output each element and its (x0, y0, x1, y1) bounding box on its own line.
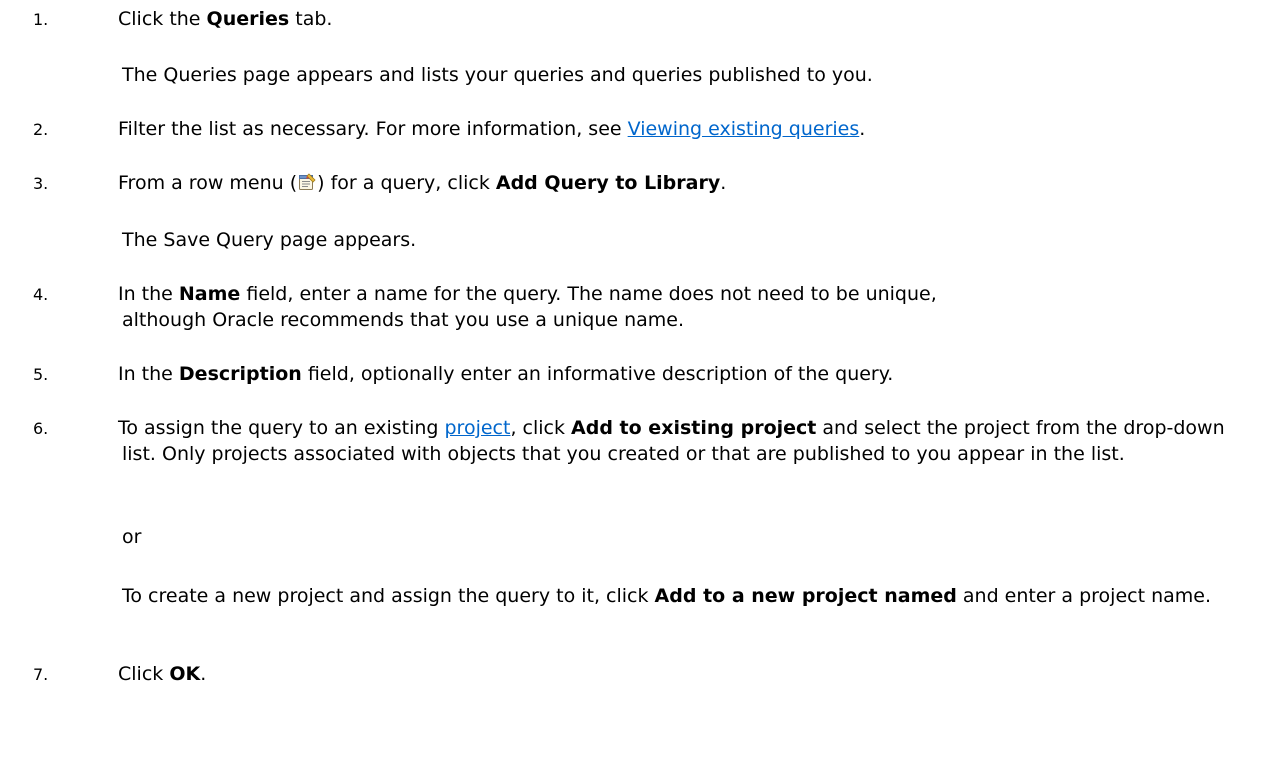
step-1-text: Click the Queries tab. (118, 6, 1238, 32)
step-3-after: . (720, 172, 727, 194)
viewing-existing-queries-link[interactable]: Viewing existing queries (628, 118, 860, 140)
step-4-after: field, enter a name for the query. The n… (122, 283, 937, 331)
add-to-new-project-label: Add to a new project named (654, 585, 957, 607)
description-field-label: Description (178, 363, 302, 385)
step-5-before: In the (118, 363, 179, 385)
queries-result-paragraph: The Queries page appears and lists your … (122, 64, 873, 86)
queries-tab-label: Queries (206, 8, 290, 30)
step-4-text: In the Name field, enter a name for the … (118, 281, 1022, 333)
step-6-number: 6. (33, 419, 49, 438)
step-2-number: 2. (33, 120, 49, 139)
row-menu-icon (297, 172, 317, 192)
step-6-text: To assign the query to an existing proje… (118, 415, 1247, 467)
step-7-text: Click OK. (118, 661, 1238, 687)
name-field-label: Name (178, 283, 241, 305)
step-4-before: In the (118, 283, 179, 305)
step-7-before: Click (118, 663, 170, 685)
step-3-number: 3. (33, 174, 49, 193)
step-2-after: . (859, 118, 866, 140)
step-7-after: . (200, 663, 207, 685)
step-2-before: Filter the list as necessary. For more i… (118, 118, 628, 140)
step-3-middle: ) for a query, click (317, 172, 496, 194)
step-2-text: Filter the list as necessary. For more i… (118, 116, 1238, 142)
new-project-paragraph: To create a new project and assign the q… (122, 583, 1222, 609)
step-3-text: From a row menu ( ) for a query, click A… (118, 170, 1238, 196)
add-to-existing-project-label: Add to existing project (571, 417, 817, 439)
project-link[interactable]: project (445, 417, 511, 439)
step-4-number: 4. (33, 285, 49, 304)
new-project-before: To create a new project and assign the q… (122, 585, 655, 607)
or-paragraph: or (122, 526, 142, 548)
new-project-after: and enter a project name. (956, 585, 1211, 607)
procedure-document: 1. Click the Queries tab. The Queries pa… (0, 0, 1266, 764)
step-5-number: 5. (33, 365, 49, 384)
step-1-before: Click the (118, 8, 207, 30)
step-6-middle: , click (510, 417, 572, 439)
step-3-before: From a row menu ( (118, 172, 298, 194)
add-query-to-library-label: Add Query to Library (495, 172, 721, 194)
step-1-after: tab. (289, 8, 333, 30)
ok-label: OK (169, 663, 201, 685)
step-7-number: 7. (33, 665, 49, 684)
step-5-text: In the Description field, optionally ent… (118, 361, 1238, 387)
step-6-before: To assign the query to an existing (118, 417, 445, 439)
save-query-result-paragraph: The Save Query page appears. (122, 229, 417, 251)
step-1-number: 1. (33, 10, 49, 29)
step-5-after: field, optionally enter an informative d… (301, 363, 894, 385)
